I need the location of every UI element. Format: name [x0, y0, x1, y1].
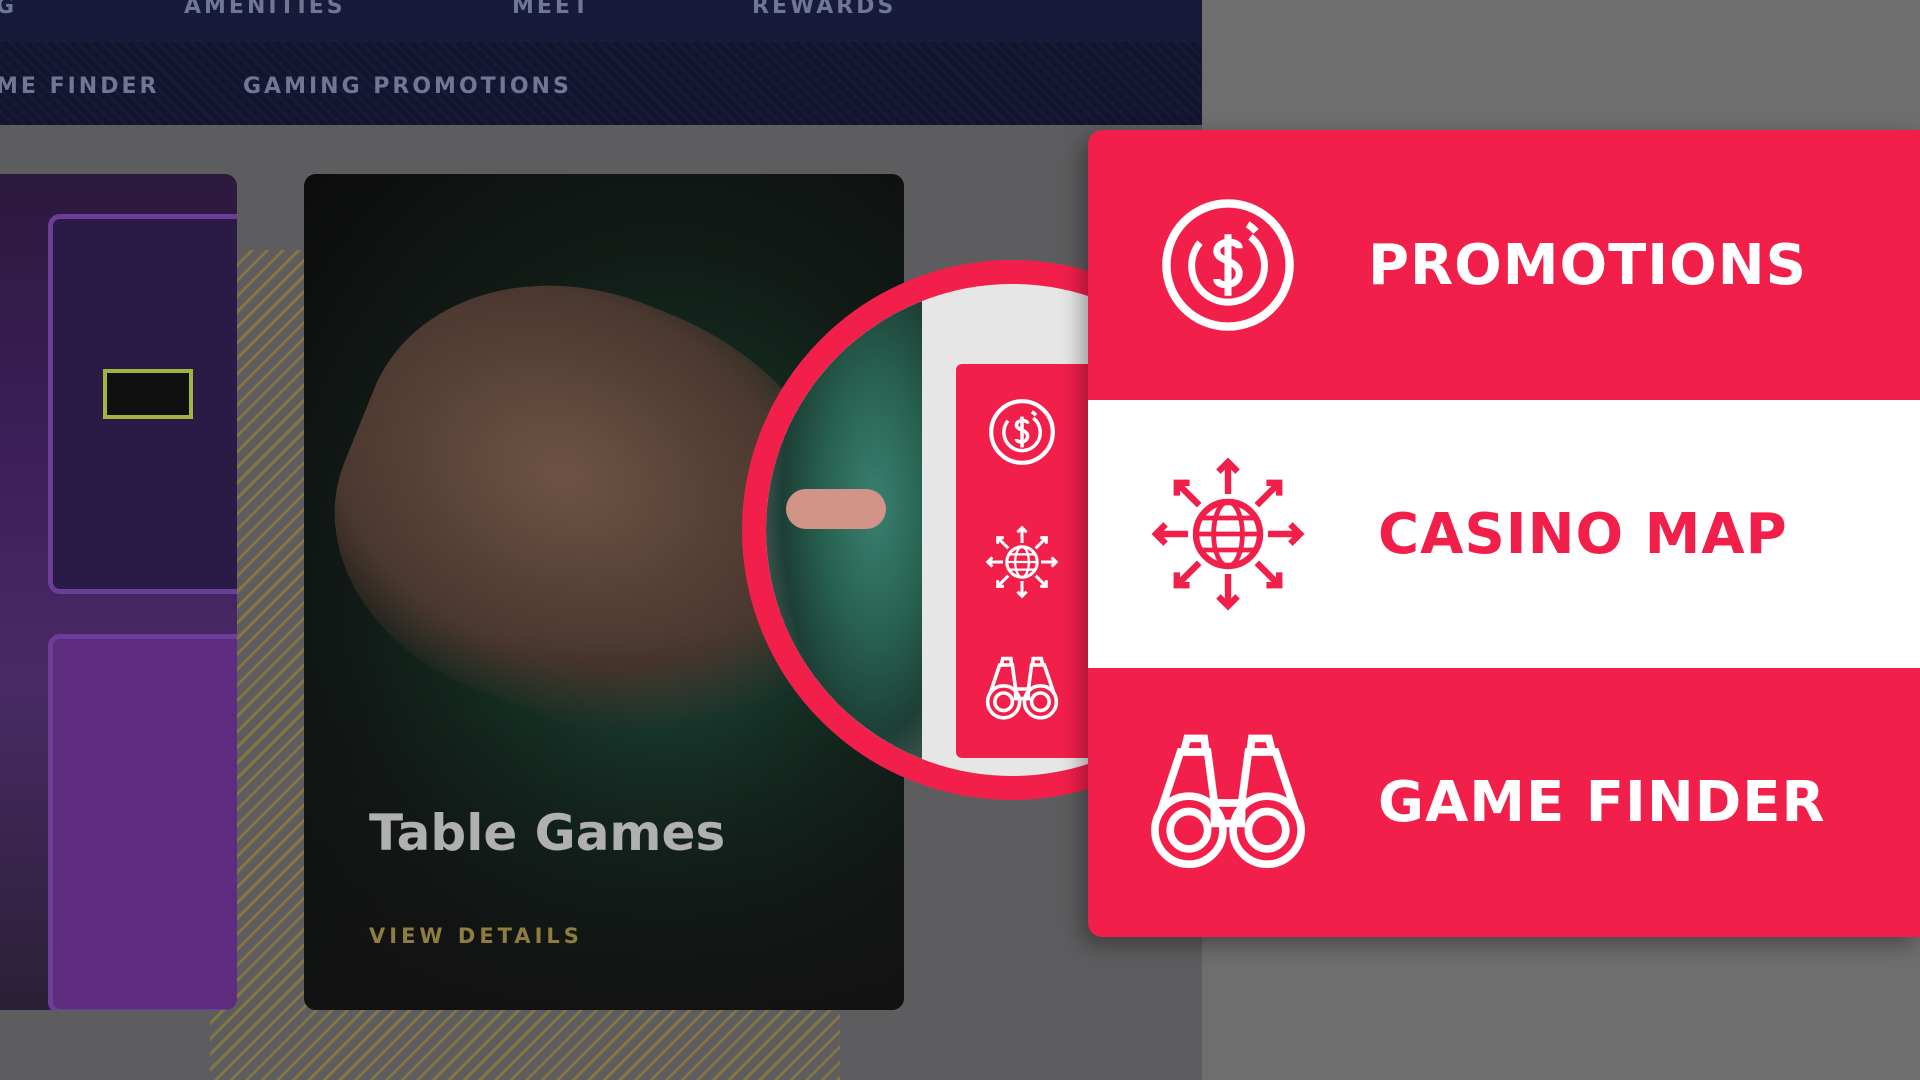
view-details-link[interactable]: VIEW DETAILS — [369, 924, 583, 948]
quick-menu-panel: PROMOTIONS CASINO MAP GAME FINDER — [1088, 130, 1920, 937]
nav-item-rewards[interactable]: REWARDS — [752, 0, 896, 18]
binoculars-icon — [1143, 718, 1313, 888]
slots-card[interactable] — [0, 174, 237, 1010]
dollar-coin-icon — [1143, 180, 1313, 350]
subnav-item-game-finder[interactable]: ME FINDER — [0, 74, 159, 99]
menu-label-promotions: PROMOTIONS — [1368, 232, 1807, 298]
menu-label-game-finder: GAME FINDER — [1378, 770, 1826, 835]
card-title: Table Games — [369, 804, 726, 862]
mini-side-menu — [956, 364, 1106, 758]
menu-item-promotions[interactable]: PROMOTIONS — [1088, 130, 1920, 400]
nav-item-meet[interactable]: MEET — [512, 0, 591, 18]
top-navigation: G AMENITIES MEET REWARDS — [0, 0, 1202, 42]
zoomed-photo — [766, 284, 922, 776]
nav-item-partial[interactable]: G — [0, 0, 17, 18]
binoculars-icon[interactable] — [982, 649, 1062, 729]
dollar-coin-icon[interactable] — [982, 392, 1062, 472]
globe-arrows-icon — [1143, 449, 1313, 619]
slot-machine-image — [48, 214, 237, 594]
globe-arrows-icon[interactable] — [982, 522, 1062, 602]
subnav-item-gaming-promotions[interactable]: GAMING PROMOTIONS — [243, 74, 572, 99]
slot-machine-image — [48, 634, 237, 1010]
sub-navigation — [0, 42, 1202, 125]
menu-item-casino-map[interactable]: CASINO MAP — [1088, 400, 1920, 668]
menu-item-game-finder[interactable]: GAME FINDER — [1088, 668, 1920, 937]
menu-label-casino-map: CASINO MAP — [1378, 501, 1788, 567]
nav-item-amenities[interactable]: AMENITIES — [184, 0, 346, 18]
